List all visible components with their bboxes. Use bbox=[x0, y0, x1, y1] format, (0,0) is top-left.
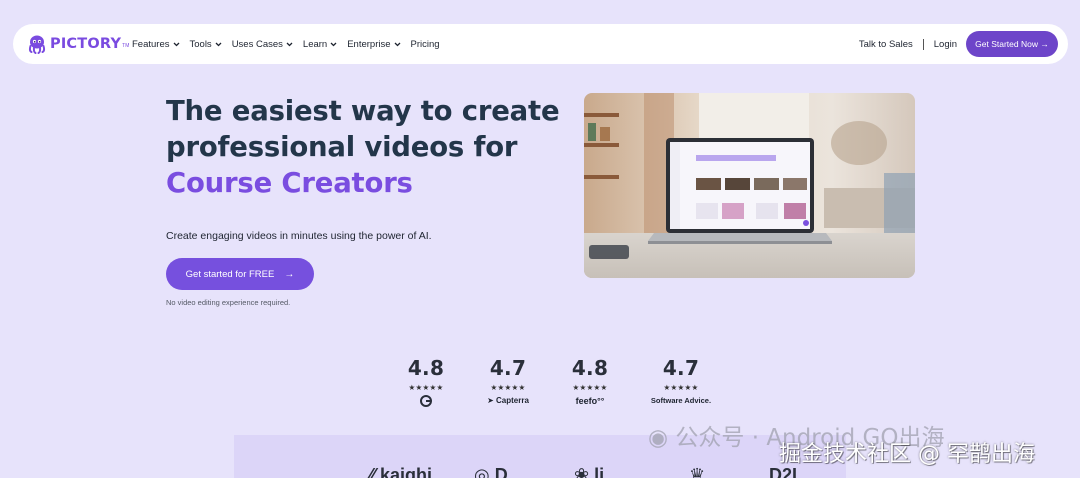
chevron-down-icon bbox=[215, 42, 222, 46]
menu-item-learn[interactable]: Learn bbox=[303, 39, 337, 50]
brand-label: feefo bbox=[575, 396, 598, 406]
menu-item-label: Features bbox=[132, 38, 170, 50]
chevron-down-icon bbox=[394, 42, 400, 46]
ratings-row: 4.8 ★★★★★ 4.7 ★★★★★ ➤ Capterra 4.8 ★★★★★… bbox=[385, 356, 731, 407]
top-navbar: PICTORY TM Features Tools Uses Cases Lea… bbox=[13, 24, 1068, 64]
menu-item-use-cases[interactable]: Uses Cases bbox=[232, 39, 293, 50]
octopus-logo-icon bbox=[28, 35, 46, 54]
get-started-free-button[interactable]: Get started for FREE → bbox=[166, 258, 314, 290]
star-rating-icon: ★★★★★ bbox=[572, 383, 608, 392]
feefo-logo-icon: feefo°° bbox=[575, 396, 605, 406]
customer-logo-1-icon: ⁄⁄ kaighi bbox=[369, 465, 433, 478]
rating-feefo: 4.8 ★★★★★ feefo°° bbox=[549, 356, 631, 407]
hero-heading-line2: professional videos for bbox=[166, 131, 518, 163]
menu-item-label: Tools bbox=[189, 38, 212, 50]
brand-name: PICTORY bbox=[50, 36, 122, 52]
talk-to-sales-link[interactable]: Talk to Sales bbox=[859, 39, 913, 50]
menu-item-enterprise[interactable]: Enterprise bbox=[347, 39, 400, 50]
customer-logo-3-icon: ❀ li bbox=[574, 465, 605, 478]
software-advice-logo-icon: Software Advice. bbox=[651, 396, 711, 405]
chevron-down-icon bbox=[330, 42, 337, 46]
rating-score: 4.7 bbox=[489, 356, 527, 380]
rating-score: 4.8 bbox=[571, 356, 609, 380]
rating-capterra: 4.7 ★★★★★ ➤ Capterra bbox=[467, 356, 549, 407]
crown-logo-icon: ♛ bbox=[689, 465, 706, 478]
get-started-now-button[interactable]: Get Started Now → bbox=[966, 31, 1058, 57]
menu-item-tools[interactable]: Tools bbox=[190, 39, 222, 50]
wechat-icon: ◉ bbox=[648, 425, 669, 451]
nav-divider bbox=[922, 38, 924, 50]
laptop-photo-illustration bbox=[584, 93, 915, 278]
hero-heading-line1: The easiest way to create bbox=[166, 95, 560, 127]
trademark: TM bbox=[122, 43, 130, 49]
hero-heading-accent: Course Creators bbox=[166, 167, 413, 199]
menu-item-label: Enterprise bbox=[347, 38, 391, 50]
pictory-logo[interactable]: PICTORY TM bbox=[27, 34, 131, 54]
rating-score: 4.7 bbox=[662, 356, 700, 380]
login-link[interactable]: Login bbox=[934, 39, 957, 50]
star-rating-icon: ★★★★★ bbox=[408, 383, 444, 392]
hero-heading: The easiest way to create professional v… bbox=[166, 93, 566, 201]
menu-item-features[interactable]: Features bbox=[132, 39, 180, 50]
hero-note: No video editing experience required. bbox=[166, 298, 291, 307]
hero-subtitle: Create engaging videos in minutes using … bbox=[166, 230, 432, 242]
arrow-right-icon: → bbox=[284, 268, 295, 280]
capterra-logo-icon: ➤ Capterra bbox=[487, 396, 529, 405]
rating-g2: 4.8 ★★★★★ bbox=[385, 356, 467, 407]
menu-item-label: Uses Cases bbox=[231, 38, 283, 50]
star-rating-icon: ★★★★★ bbox=[663, 383, 699, 392]
g2-logo-icon bbox=[420, 395, 432, 407]
star-rating-icon: ★★★★★ bbox=[490, 383, 526, 392]
brand-label: Capterra bbox=[496, 396, 529, 405]
main-menu: Features Tools Uses Cases Learn Enterpri… bbox=[132, 39, 450, 50]
menu-item-label: Pricing bbox=[410, 38, 440, 50]
rating-software-advice: 4.7 ★★★★★ Software Advice. bbox=[631, 356, 731, 407]
menu-item-pricing[interactable]: Pricing bbox=[411, 39, 440, 50]
nav-actions: Talk to Sales Login Get Started Now → bbox=[859, 31, 1068, 57]
watermark-juejin: 掘金技术社区 @ 罕鹊出海 bbox=[779, 442, 1035, 467]
chevron-down-icon bbox=[286, 42, 293, 46]
cta-label: Get started for FREE bbox=[185, 268, 275, 280]
rating-score: 4.8 bbox=[407, 356, 445, 380]
customer-logo-2-icon: ◎ D bbox=[474, 465, 508, 478]
brand-label: Software Advice. bbox=[650, 396, 712, 405]
hero-laptop-image bbox=[584, 93, 915, 278]
chevron-down-icon bbox=[173, 42, 179, 46]
menu-item-label: Learn bbox=[302, 38, 328, 50]
